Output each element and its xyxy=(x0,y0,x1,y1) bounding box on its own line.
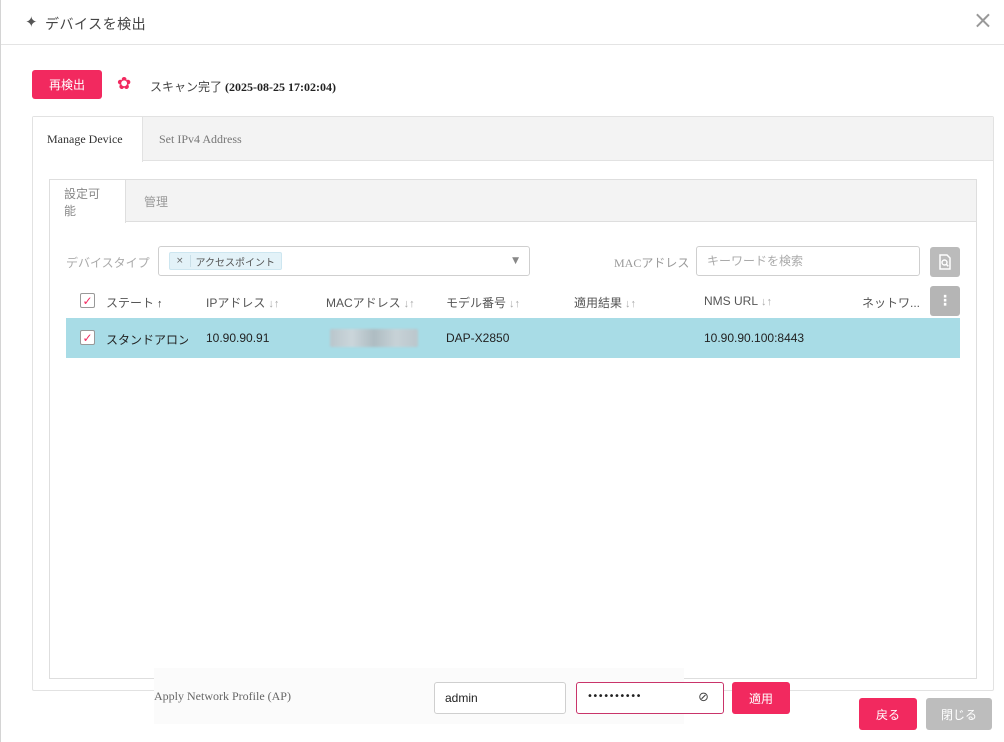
device-panel: Manage Device Set IPv4 Address 設定可能 管理 デ… xyxy=(32,116,994,724)
username-field[interactable] xyxy=(434,682,566,714)
dialog-header: ✦ デバイスを検出 × xyxy=(1,0,1004,45)
chip-remove-icon[interactable]: × xyxy=(176,256,184,266)
rescan-button[interactable]: 再検出 xyxy=(32,70,102,99)
tab-configurable[interactable]: 設定可能 xyxy=(50,180,126,223)
row-checkbox[interactable]: ✓ xyxy=(80,330,95,345)
tab-managed[interactable]: 管理 xyxy=(130,180,182,222)
gear-icon: ✿ xyxy=(117,74,132,94)
sort-icon: ↓↑ xyxy=(625,298,637,310)
column-label: NMS URL xyxy=(704,294,759,308)
device-type-chip-label: アクセスポイント xyxy=(195,257,276,269)
column-header-mac[interactable]: MACアドレス ↓↑ xyxy=(326,294,415,311)
device-type-chip: × アクセスポイント xyxy=(169,252,283,270)
cell-state: スタンドアロン xyxy=(106,333,188,347)
password-value: •••••••••• xyxy=(587,691,641,702)
cell-nms-url: 10.90.90.100:8443 xyxy=(704,331,805,345)
dialog-title: デバイスを検出 xyxy=(45,18,147,33)
sort-icon: ↓↑ xyxy=(509,298,521,310)
mac-filter-label: MACアドレス xyxy=(614,256,690,270)
scan-status: スキャン完了 (2025-08-25 17:02:04) xyxy=(150,78,336,95)
sort-icon: ↓↑ xyxy=(403,298,415,310)
outer-tab-bar: Manage Device Set IPv4 Address xyxy=(33,117,993,162)
column-header-network[interactable]: ネットワ... xyxy=(862,294,920,311)
column-menu-button[interactable]: ⋮ xyxy=(930,286,960,316)
device-table: ✓ ステート ↑ IPアドレス ↓↑ MACアドレス ↓↑ モデル番号 ↓↑ 適用結果 ↓… xyxy=(66,286,960,358)
device-type-select[interactable]: × アクセスポイント ▼ xyxy=(158,246,530,276)
scan-status-text: スキャン完了 xyxy=(150,80,223,94)
column-header-model[interactable]: モデル番号 ↓↑ xyxy=(446,294,520,311)
detect-device-dialog: ✦ デバイスを検出 × 再検出 ✿ スキャン完了 (2025-08-25 17:… xyxy=(0,0,1004,742)
close-icon[interactable]: × xyxy=(973,8,993,32)
network-profile-bar: Apply Network Profile (AP) •••••••••• ⊘ … xyxy=(154,668,790,724)
eye-slash-icon[interactable]: ⊘ xyxy=(698,690,709,705)
scan-status-time: (2025-08-25 17:02:04) xyxy=(225,80,336,94)
column-header-result[interactable]: 適用結果 ↓↑ xyxy=(574,294,636,311)
column-header-ip[interactable]: IPアドレス ↓↑ xyxy=(206,294,279,311)
close-button[interactable]: 閉じる xyxy=(926,698,992,730)
column-header-nms-url[interactable]: NMS URL ↓↑ xyxy=(704,294,772,308)
inner-tab-bar: 設定可能 管理 xyxy=(50,180,976,223)
device-type-label: デバイスタイプ xyxy=(66,256,150,270)
column-header-state[interactable]: ステート ↑ xyxy=(106,294,163,311)
mac-search-input[interactable] xyxy=(696,246,920,276)
cell-mac-redacted xyxy=(330,329,418,347)
sparkle-icon: ✦ xyxy=(25,15,38,31)
chip-divider xyxy=(189,255,191,267)
table-row[interactable]: ✓ スタンドアロン 10.90.90.91 DAP-X2850 10.90.90… xyxy=(66,318,960,358)
table-header: ✓ ステート ↑ IPアドレス ↓↑ MACアドレス ↓↑ モデル番号 ↓↑ 適用結果 ↓… xyxy=(66,286,960,318)
sort-icon: ↓↑ xyxy=(268,298,280,310)
chevron-down-icon[interactable]: ▼ xyxy=(512,256,519,266)
select-all-checkbox[interactable]: ✓ xyxy=(80,293,95,308)
search-doc-icon xyxy=(939,254,951,270)
search-button[interactable] xyxy=(930,247,960,277)
password-field[interactable]: •••••••••• ⊘ xyxy=(576,682,724,714)
profile-label: Apply Network Profile (AP) xyxy=(154,689,291,703)
sort-asc-icon: ↑ xyxy=(157,298,163,310)
cell-ip: 10.90.90.91 xyxy=(206,331,270,345)
tab-set-ipv4-address[interactable]: Set IPv4 Address xyxy=(145,117,256,161)
configurable-panel: 設定可能 管理 デバイスタイプ × アクセスポイント ▼ MACアドレス キーワ… xyxy=(49,179,977,724)
sort-icon: ↓↑ xyxy=(761,296,773,308)
tab-manage-device[interactable]: Manage Device xyxy=(33,117,143,162)
cell-model: DAP-X2850 xyxy=(446,331,510,345)
column-label: 適用結果 xyxy=(574,296,623,310)
kebab-icon: ⋮ xyxy=(938,293,952,309)
column-label: MACアドレス xyxy=(326,296,401,310)
back-button[interactable]: 戻る xyxy=(859,698,917,730)
column-label: IPアドレス xyxy=(206,296,266,310)
column-label: ステート xyxy=(106,296,155,310)
apply-button[interactable]: 適用 xyxy=(732,682,790,714)
column-label: モデル番号 xyxy=(446,296,507,310)
